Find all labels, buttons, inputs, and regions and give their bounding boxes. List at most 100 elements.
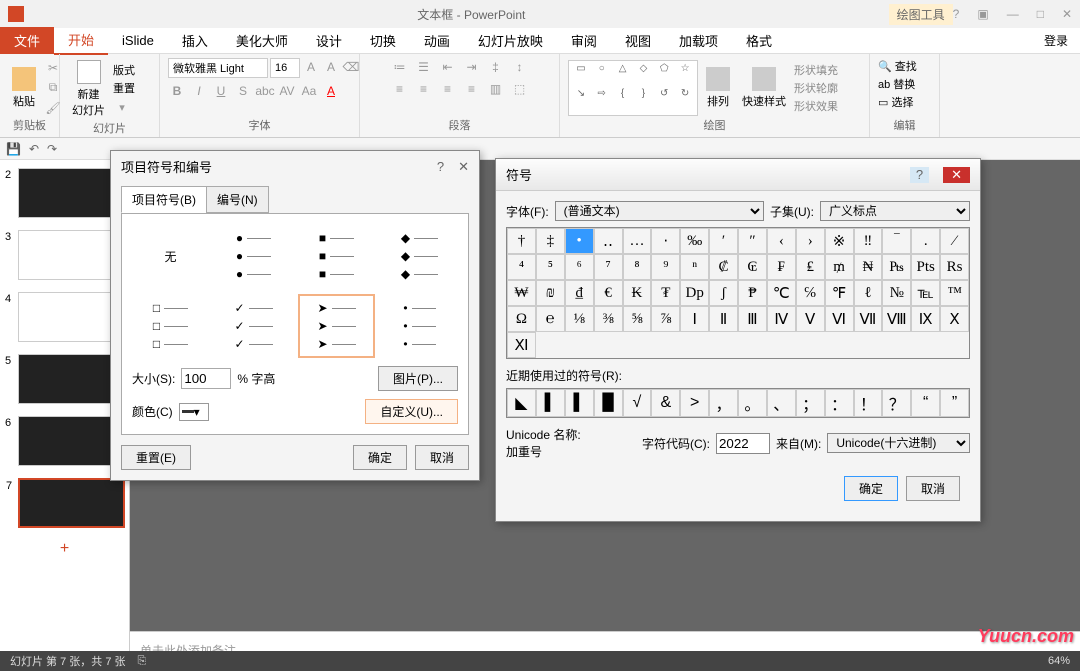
- tab-review[interactable]: 审阅: [557, 27, 611, 54]
- symbol-cell[interactable]: ⁹: [651, 254, 680, 280]
- recent-symbol-cell[interactable]: ”: [940, 389, 969, 417]
- recent-symbol-cell[interactable]: ！: [854, 389, 883, 417]
- cancel-button[interactable]: 取消: [415, 445, 469, 470]
- dialog-help-icon[interactable]: ?: [910, 167, 929, 183]
- section-icon[interactable]: ▾: [113, 98, 131, 116]
- dialog-close-icon[interactable]: ✕: [943, 167, 970, 183]
- symbol-cell[interactable]: ‹: [767, 228, 796, 254]
- font-size-combo[interactable]: [270, 58, 300, 78]
- numbering-icon[interactable]: ☰: [415, 58, 433, 76]
- symbol-cell[interactable]: ₭: [623, 280, 652, 306]
- arrange-button[interactable]: 排列: [702, 65, 734, 111]
- symbol-cell[interactable]: ₪: [536, 280, 565, 306]
- symbol-cell[interactable]: ※: [825, 228, 854, 254]
- recent-symbol-cell[interactable]: >: [680, 389, 709, 417]
- reset-button[interactable]: 重置: [113, 80, 135, 96]
- color-picker[interactable]: ▾: [179, 403, 209, 421]
- spelling-icon[interactable]: ⎘: [138, 655, 147, 668]
- symbol-cell[interactable]: ⁄: [940, 228, 969, 254]
- shapes-gallery[interactable]: ▭○△◇⬠☆ ↘⇨{}↺↻: [568, 60, 698, 116]
- symbol-cell[interactable]: ⅜: [594, 306, 623, 332]
- font-name-combo[interactable]: [168, 58, 268, 78]
- bullet-none[interactable]: 无: [132, 224, 209, 288]
- help-icon[interactable]: ?: [953, 7, 960, 21]
- symbol-cell[interactable]: ⅝: [623, 306, 652, 332]
- symbol-cell[interactable]: Dp: [680, 280, 709, 306]
- clear-format-icon[interactable]: ⌫: [342, 58, 360, 76]
- symbol-cell[interactable]: ₧: [882, 254, 911, 280]
- recent-symbol-cell[interactable]: ，: [709, 389, 738, 417]
- tab-view[interactable]: 视图: [611, 27, 665, 54]
- symbol-cell[interactable]: ⁷: [594, 254, 623, 280]
- tab-animation[interactable]: 动画: [410, 27, 464, 54]
- symbol-cell[interactable]: ‡: [536, 228, 565, 254]
- symbol-cell[interactable]: Ⅺ: [507, 332, 536, 358]
- symbol-cell[interactable]: Ⅸ: [911, 306, 940, 332]
- tab-home[interactable]: 开始: [54, 26, 108, 55]
- symbol-cell[interactable]: ⁵: [536, 254, 565, 280]
- indent-inc-icon[interactable]: ⇥: [463, 58, 481, 76]
- symbol-cell[interactable]: .: [911, 228, 940, 254]
- indent-dec-icon[interactable]: ⇤: [439, 58, 457, 76]
- add-slide-button[interactable]: +: [4, 540, 125, 558]
- symbol-cell[interactable]: ℉: [825, 280, 854, 306]
- minimize-icon[interactable]: —: [1007, 7, 1019, 21]
- justify-icon[interactable]: ≡: [463, 80, 481, 98]
- symbol-cell[interactable]: ℮: [536, 306, 565, 332]
- symbol-cell[interactable]: ₡: [709, 254, 738, 280]
- login-link[interactable]: 登录: [1044, 32, 1080, 49]
- symbol-cell[interactable]: ⁸: [623, 254, 652, 280]
- symbol-grid[interactable]: †‡•‥…‧‰′″‹›※‼‾.⁄⁴⁵⁶⁷⁸⁹ⁿ₡₢₣₤₥₦₧PtsRs₩₪₫€₭…: [506, 227, 970, 359]
- ok-button[interactable]: 确定: [844, 476, 898, 501]
- symbol-cell[interactable]: ⁴: [507, 254, 536, 280]
- symbol-cell[interactable]: ™: [940, 280, 969, 306]
- symbol-cell[interactable]: ‾: [882, 228, 911, 254]
- new-slide-button[interactable]: 新建 幻灯片: [68, 58, 109, 120]
- spacing-icon[interactable]: AV: [278, 82, 296, 100]
- quick-styles-button[interactable]: 快速样式: [738, 65, 790, 111]
- replace-button[interactable]: ab 替换: [878, 76, 915, 92]
- symbol-cell[interactable]: †: [507, 228, 536, 254]
- recent-symbol-cell[interactable]: ▌: [565, 389, 594, 417]
- reset-button[interactable]: 重置(E): [121, 445, 191, 470]
- symbol-cell[interactable]: €: [594, 280, 623, 306]
- symbol-cell[interactable]: ₢: [738, 254, 767, 280]
- tab-addins[interactable]: 加载项: [665, 27, 732, 54]
- symbol-cell[interactable]: •: [565, 228, 594, 254]
- bold-icon[interactable]: B: [168, 82, 186, 100]
- align-left-icon[interactable]: ≡: [391, 80, 409, 98]
- ok-button[interactable]: 确定: [353, 445, 407, 470]
- shape-outline-button[interactable]: 形状轮廓: [794, 80, 838, 96]
- symbol-cell[interactable]: ⁿ: [680, 254, 709, 280]
- symbol-cell[interactable]: ₣: [767, 254, 796, 280]
- symbol-cell[interactable]: Ω: [507, 306, 536, 332]
- decrease-font-icon[interactable]: A: [322, 58, 340, 76]
- recent-symbol-cell[interactable]: ：: [825, 389, 854, 417]
- undo-icon[interactable]: ↶: [29, 142, 39, 156]
- recent-symbol-cell[interactable]: ◣: [507, 389, 536, 417]
- size-input[interactable]: [181, 368, 231, 389]
- columns-icon[interactable]: ▥: [487, 80, 505, 98]
- recent-symbol-cell[interactable]: “: [911, 389, 940, 417]
- symbol-cell[interactable]: ′: [709, 228, 738, 254]
- bullet-disc[interactable]: ●●●: [215, 224, 292, 288]
- subset-select[interactable]: 广义标点: [820, 201, 970, 221]
- bullet-square[interactable]: ■■■: [298, 224, 375, 288]
- recent-symbol-cell[interactable]: ▌: [536, 389, 565, 417]
- tab-file[interactable]: 文件: [0, 27, 54, 54]
- recent-symbol-cell[interactable]: █: [594, 389, 623, 417]
- bullet-diamond[interactable]: ◆◆◆: [381, 224, 458, 288]
- symbol-cell[interactable]: ₦: [854, 254, 883, 280]
- symbol-cell[interactable]: ₥: [825, 254, 854, 280]
- symbol-cell[interactable]: ₫: [565, 280, 594, 306]
- recent-symbol-cell[interactable]: &: [651, 389, 680, 417]
- bullet-check[interactable]: ✓✓✓: [215, 294, 292, 358]
- bullet-arrow[interactable]: ➤➤➤: [298, 294, 375, 358]
- symbol-cell[interactable]: ‰: [680, 228, 709, 254]
- find-button[interactable]: 🔍 查找: [878, 58, 917, 74]
- symbol-cell[interactable]: Ⅴ: [796, 306, 825, 332]
- close-icon[interactable]: ✕: [1062, 7, 1072, 21]
- symbol-cell[interactable]: Ⅱ: [709, 306, 738, 332]
- symbol-cell[interactable]: ›: [796, 228, 825, 254]
- symbol-cell[interactable]: ‧: [651, 228, 680, 254]
